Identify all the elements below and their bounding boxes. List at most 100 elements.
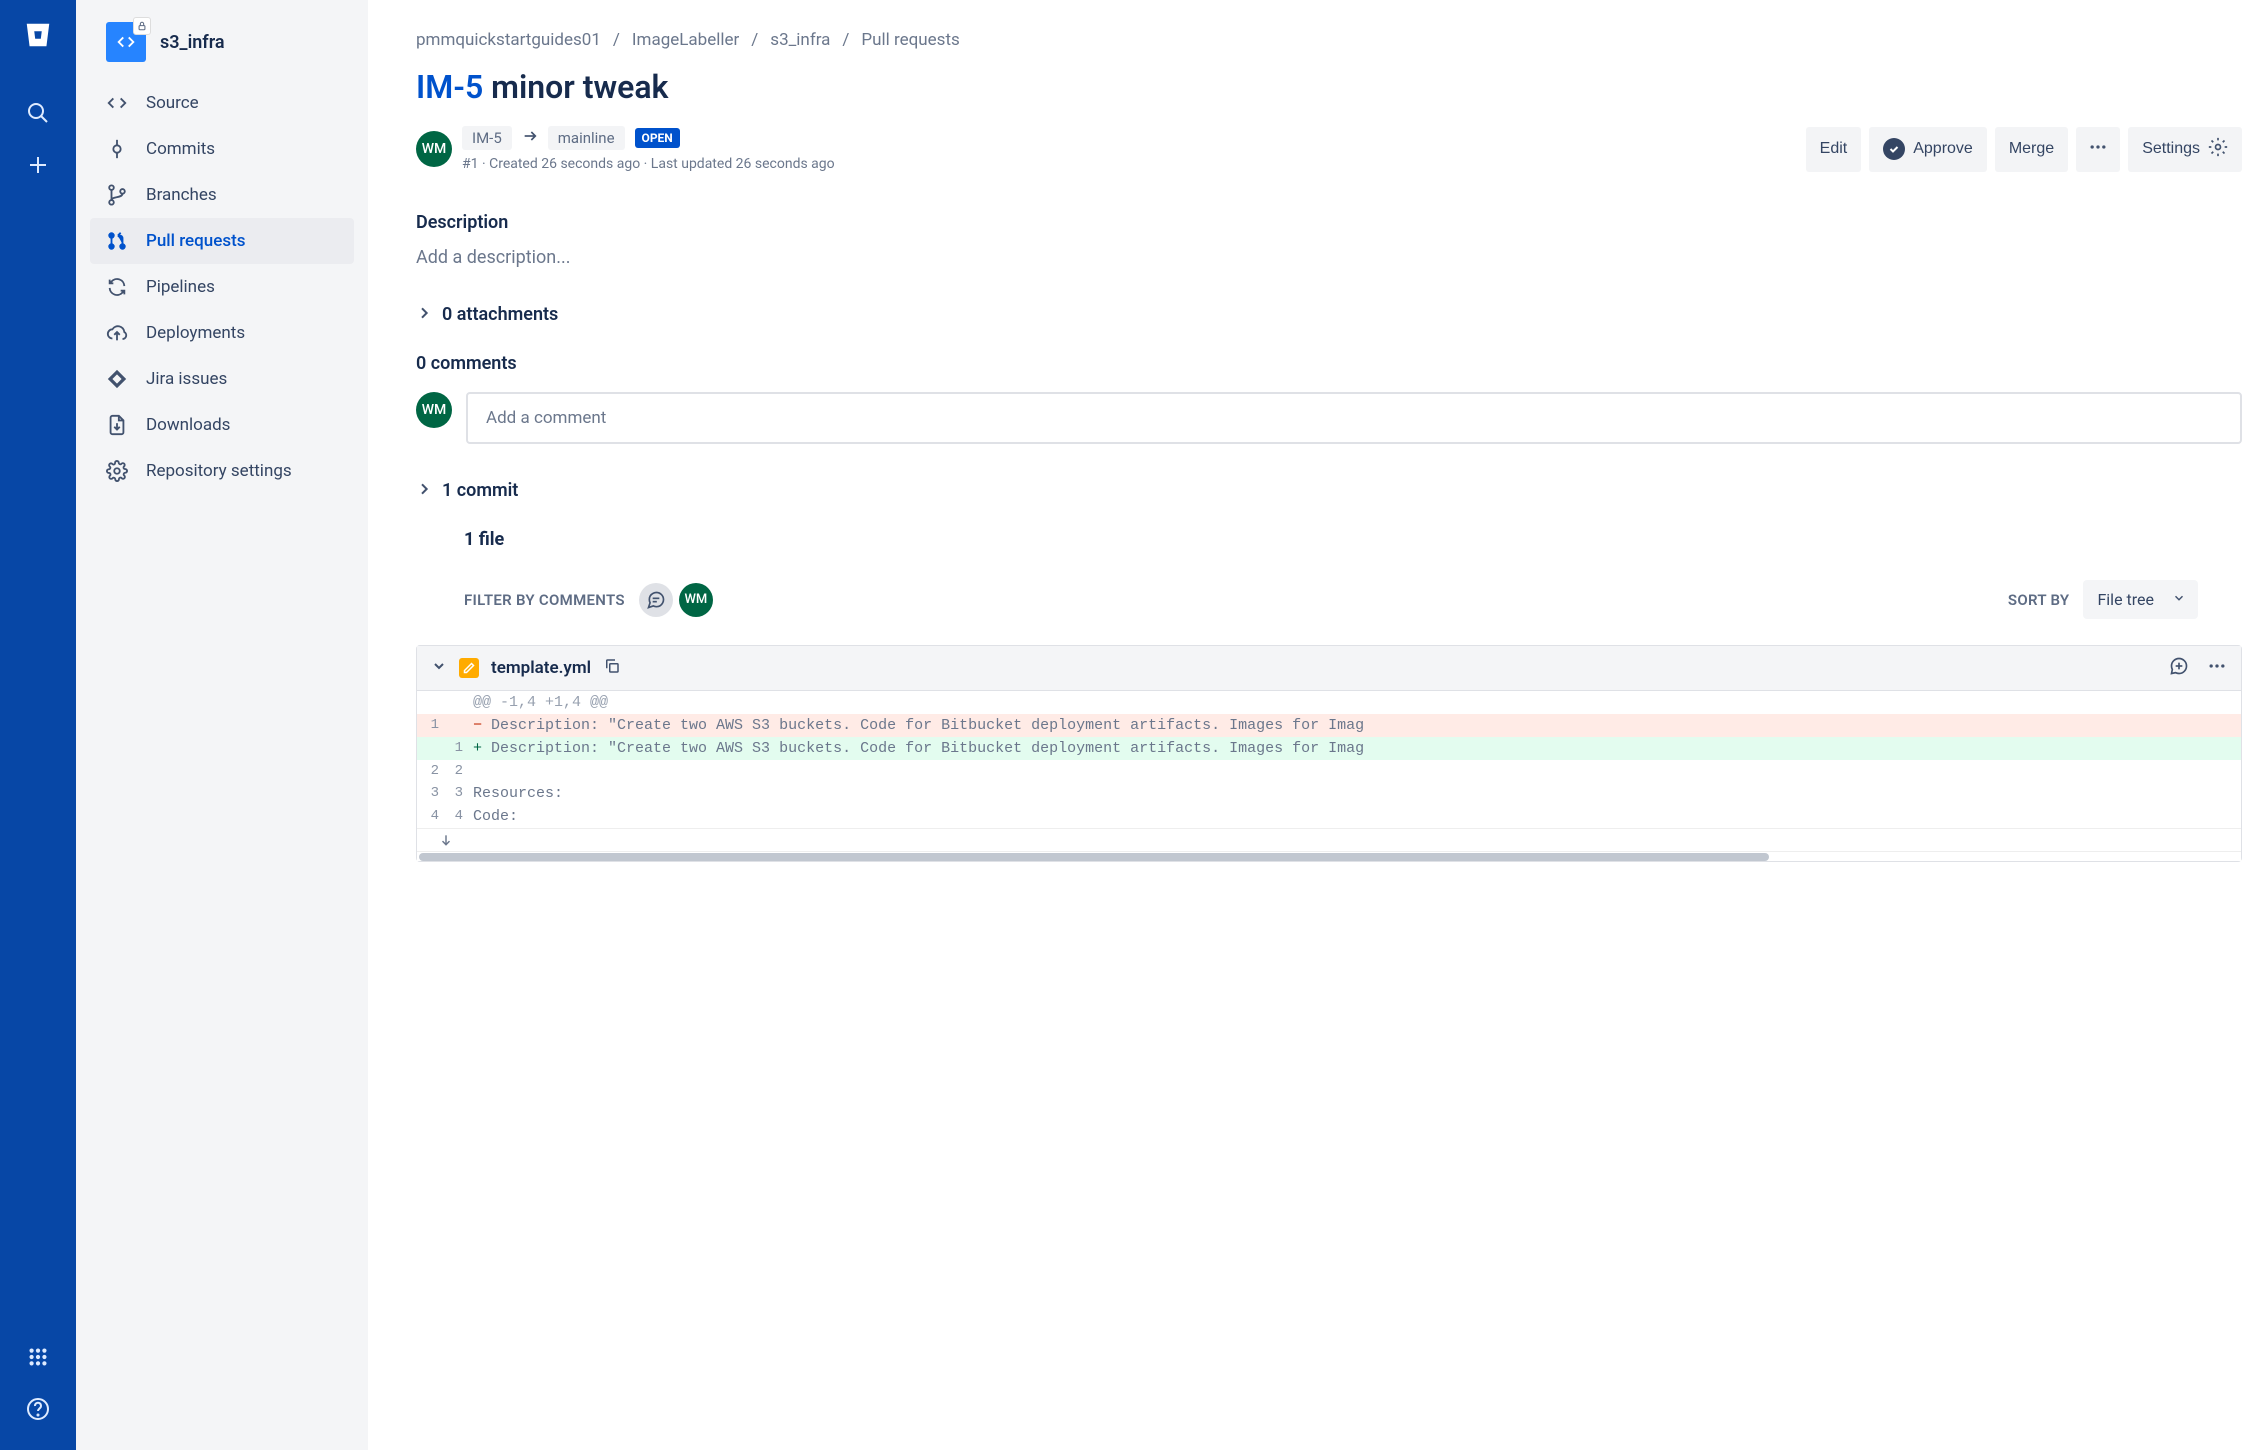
help-icon[interactable] <box>17 1388 59 1430</box>
reviewer-avatar[interactable]: WM <box>679 583 713 617</box>
check-circle-icon <box>1883 138 1905 160</box>
code: + Description: "Create two AWS S3 bucket… <box>465 737 2241 760</box>
repo-avatar <box>106 22 146 62</box>
diff-filename[interactable]: template.yml <box>491 658 591 678</box>
diff-card: template.yml @@ -1,4 +1,4 @@ 1− Descript… <box>416 645 2242 862</box>
nav-label: Deployments <box>146 323 245 343</box>
code: Code: <box>465 805 2241 828</box>
crumb-repo[interactable]: s3_infra <box>770 30 830 50</box>
horizontal-scrollbar[interactable] <box>417 851 2241 861</box>
nav-source[interactable]: Source <box>90 80 354 126</box>
diff-line[interactable]: 22 <box>417 760 2241 782</box>
file-more-button[interactable] <box>2207 656 2227 680</box>
commits-label: 1 commit <box>442 480 518 501</box>
nav-commits[interactable]: Commits <box>90 126 354 172</box>
pr-meta-row: WM IM-5 mainline OPEN #1 · Created 26 se… <box>416 126 2258 172</box>
collapse-file-button[interactable] <box>431 658 447 678</box>
pr-title: IM-5 minor tweak <box>416 68 2258 106</box>
comment-input[interactable]: Add a comment <box>466 392 2242 444</box>
search-icon[interactable] <box>17 92 59 134</box>
action-bar: Edit Approve Merge Settings <box>1806 127 2258 172</box>
nav-label: Branches <box>146 185 217 205</box>
attachments-label: 0 attachments <box>442 304 558 325</box>
sort-select[interactable]: File tree <box>2083 580 2198 619</box>
modified-badge-icon <box>459 658 479 678</box>
filter-label: FILTER BY COMMENTS <box>464 591 625 609</box>
nav-label: Pull requests <box>146 231 246 251</box>
description-label: Description <box>416 212 2258 233</box>
crumb-section[interactable]: Pull requests <box>861 30 959 50</box>
arrow-right-icon <box>522 128 538 148</box>
commits-toggle[interactable]: 1 commit <box>416 480 2258 501</box>
settings-button[interactable]: Settings <box>2128 127 2242 172</box>
crumb-project[interactable]: ImageLabeller <box>632 30 739 50</box>
jira-icon <box>106 368 128 390</box>
main-content: pmmquickstartguides01/ ImageLabeller/ s3… <box>368 0 2258 1450</box>
crumb-workspace[interactable]: pmmquickstartguides01 <box>416 30 601 50</box>
download-icon <box>106 414 128 436</box>
diff-body: @@ -1,4 +1,4 @@ 1− Description: "Create … <box>417 691 2241 861</box>
copy-path-button[interactable] <box>603 657 621 679</box>
gear-icon <box>2208 137 2228 162</box>
repo-name: s3_infra <box>160 32 225 53</box>
new-lineno: 4 <box>441 805 465 828</box>
ellipsis-icon <box>2088 137 2108 162</box>
chevron-right-icon <box>416 305 432 326</box>
nav-label: Repository settings <box>146 461 292 481</box>
target-branch[interactable]: mainline <box>548 126 625 150</box>
cloud-upload-icon <box>106 322 128 344</box>
chevron-down-icon <box>2172 590 2186 609</box>
merge-button[interactable]: Merge <box>1995 127 2068 172</box>
nav-label: Pipelines <box>146 277 215 297</box>
repo-header[interactable]: s3_infra <box>76 22 368 80</box>
nav-branches[interactable]: Branches <box>90 172 354 218</box>
new-lineno <box>441 714 465 737</box>
lock-icon <box>133 17 151 35</box>
old-lineno: 1 <box>417 714 441 737</box>
commenter-avatar[interactable]: WM <box>416 392 452 428</box>
old-lineno <box>417 737 441 760</box>
app-switcher-icon[interactable] <box>17 1336 59 1378</box>
comment-filter-button[interactable] <box>639 583 673 617</box>
diff-line[interactable]: 33 Resources: <box>417 782 2241 805</box>
old-lineno: 4 <box>417 805 441 828</box>
code <box>465 760 2241 782</box>
approve-label: Approve <box>1913 140 1973 158</box>
expand-context-button[interactable] <box>417 828 2241 851</box>
diff-line[interactable]: 44 Code: <box>417 805 2241 828</box>
diff-line[interactable]: 1+ Description: "Create two AWS S3 bucke… <box>417 737 2241 760</box>
edit-button[interactable]: Edit <box>1806 127 1862 172</box>
comments-label: 0 comments <box>416 353 2258 374</box>
approve-button[interactable]: Approve <box>1869 127 1987 172</box>
nav-pull-requests[interactable]: Pull requests <box>90 218 354 264</box>
diff-line[interactable]: 1 − Description: "Create two AWS S3 bucke… <box>417 714 2241 737</box>
new-lineno: 1 <box>441 737 465 760</box>
description-input[interactable]: Add a description... <box>416 247 2258 268</box>
diff-header: template.yml <box>417 646 2241 691</box>
new-lineno: 3 <box>441 782 465 805</box>
nav-pipelines[interactable]: Pipelines <box>90 264 354 310</box>
code: Resources: <box>465 782 2241 805</box>
breadcrumb: pmmquickstartguides01/ ImageLabeller/ s3… <box>416 30 2258 50</box>
add-comment-button[interactable] <box>2169 656 2189 680</box>
settings-label: Settings <box>2142 140 2200 158</box>
bitbucket-logo[interactable] <box>17 14 59 56</box>
old-lineno: 2 <box>417 760 441 782</box>
nav-downloads[interactable]: Downloads <box>90 402 354 448</box>
chevron-right-icon <box>416 481 432 502</box>
nav-deployments[interactable]: Deployments <box>90 310 354 356</box>
attachments-toggle[interactable]: 0 attachments <box>416 304 2258 325</box>
file-count: 1 file <box>464 529 2258 550</box>
author-avatar[interactable]: WM <box>416 131 452 167</box>
create-icon[interactable] <box>17 144 59 186</box>
code: − Description: "Create two AWS S3 bucket… <box>465 714 2241 737</box>
pipelines-icon <box>106 276 128 298</box>
nav-label: Jira issues <box>146 369 227 389</box>
commit-icon <box>106 138 128 160</box>
nav-jira[interactable]: Jira issues <box>90 356 354 402</box>
issue-link[interactable]: IM-5 <box>416 68 483 106</box>
nav-settings[interactable]: Repository settings <box>90 448 354 494</box>
pull-request-icon <box>106 230 128 252</box>
more-button[interactable] <box>2076 127 2120 172</box>
source-branch[interactable]: IM-5 <box>462 126 512 150</box>
